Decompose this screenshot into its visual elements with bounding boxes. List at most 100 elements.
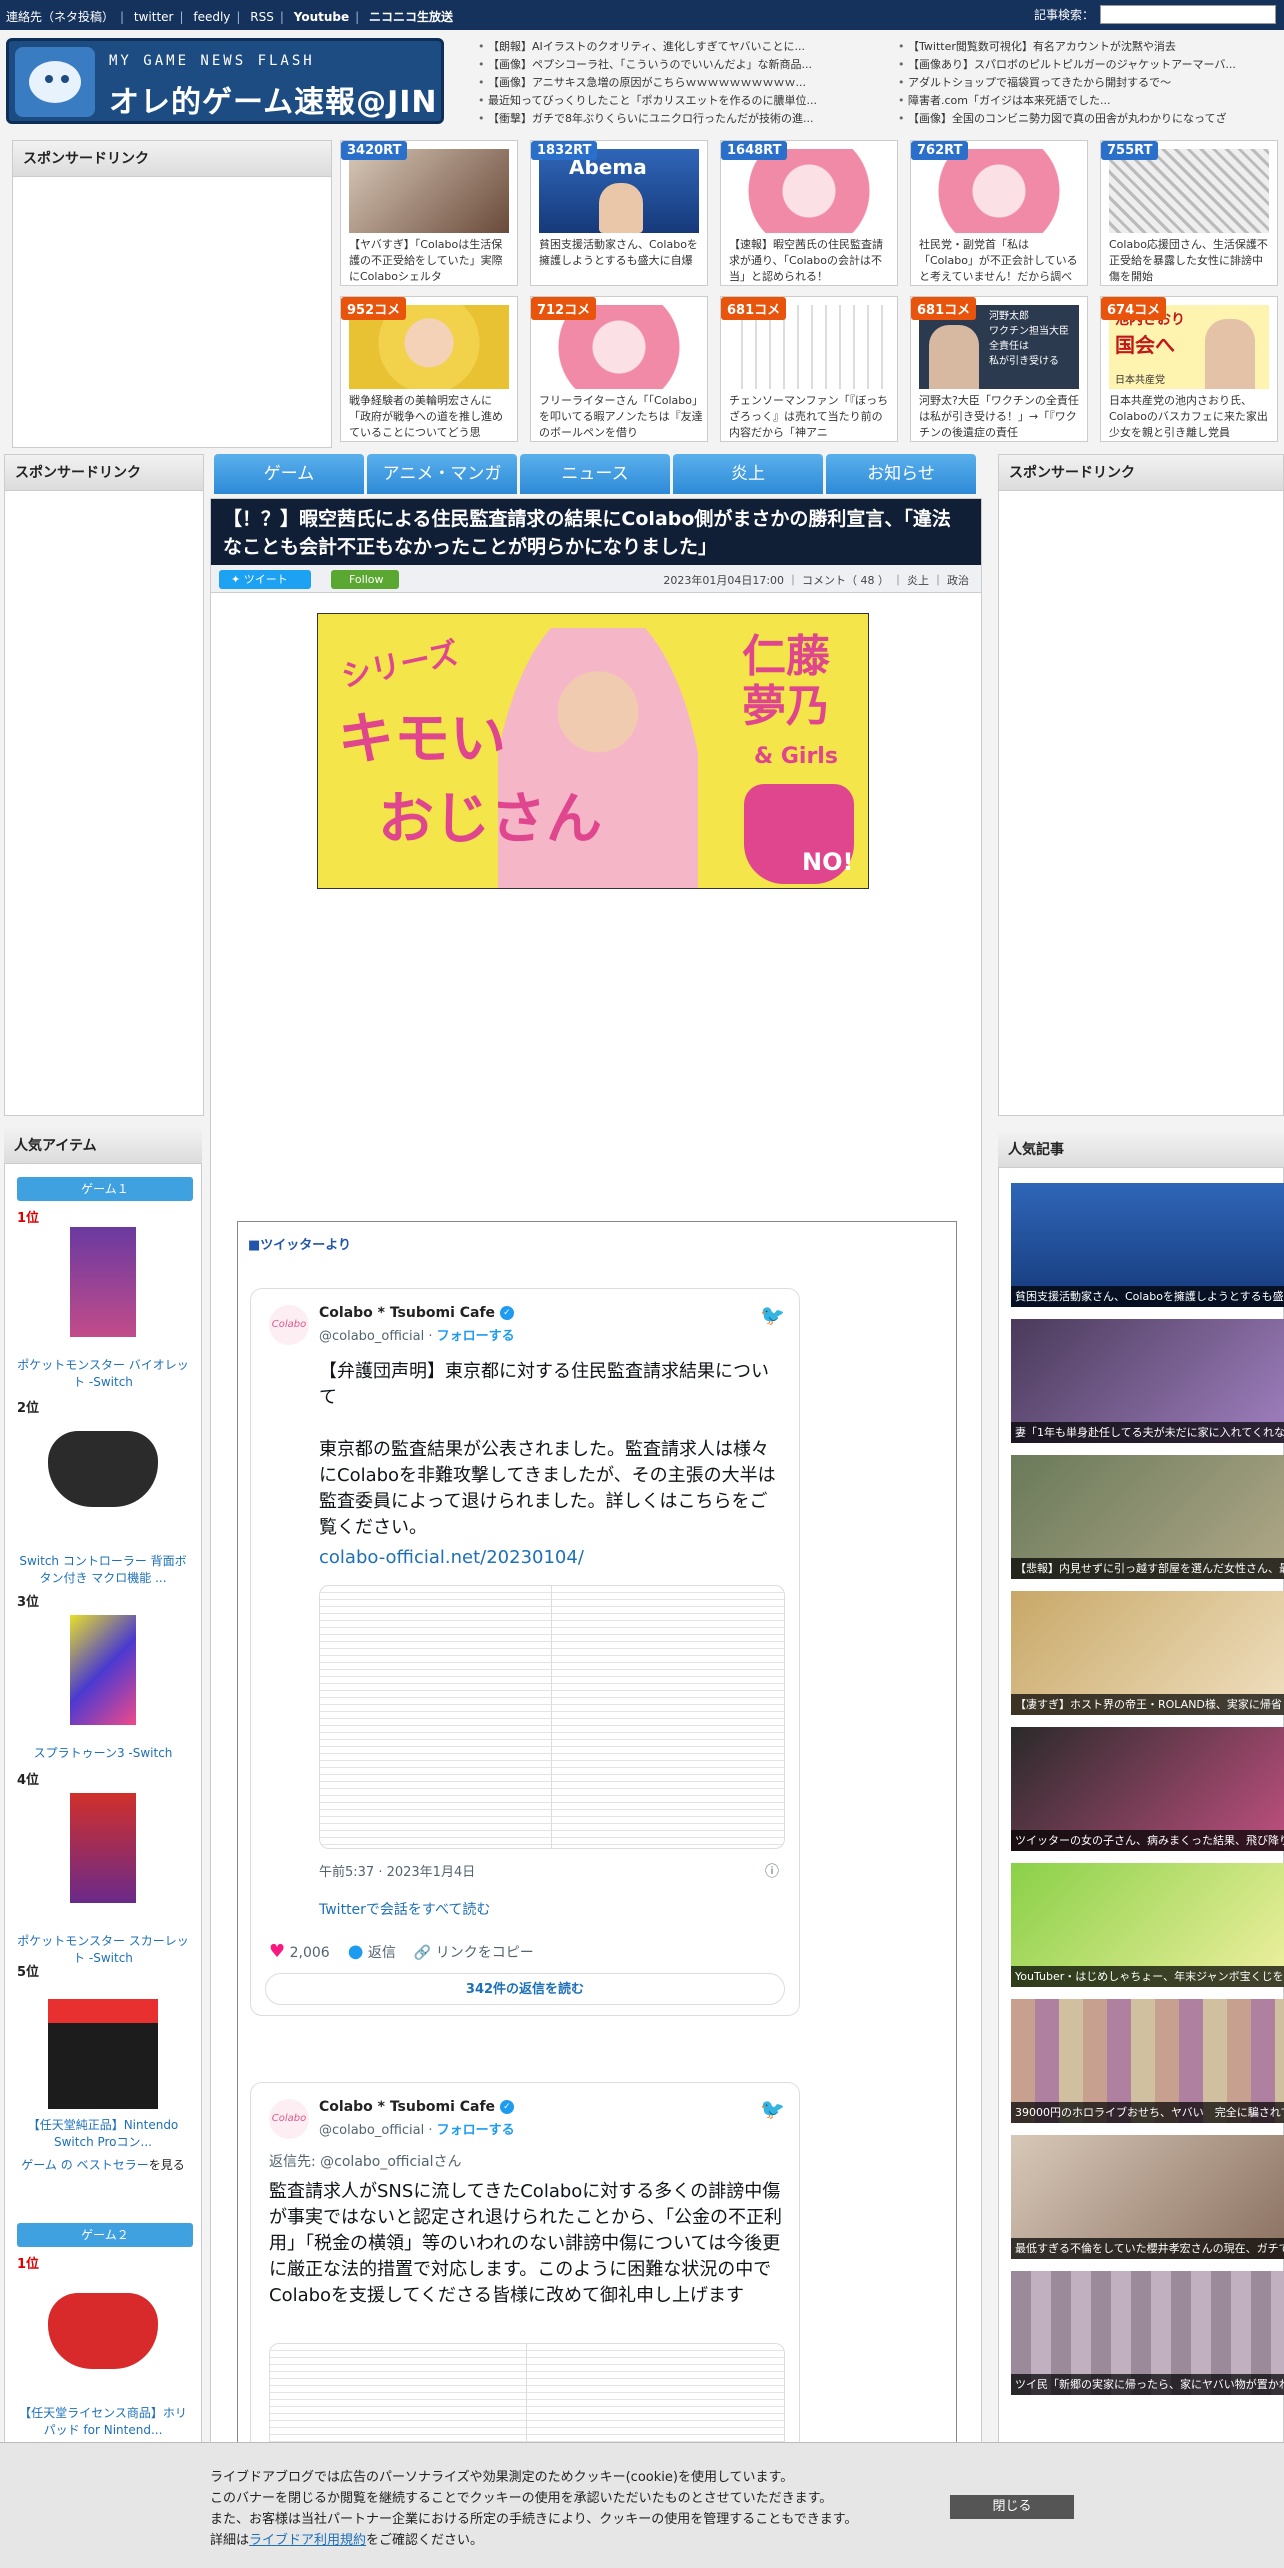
product-image[interactable] [48, 1431, 158, 1507]
ranking-thumb[interactable]: 712コメ フリーライターさん「「Colabo」を叩いてる暇アノンたちは『友達の… [530, 296, 708, 442]
tweet-link[interactable]: colabo-official.net/20230104/ [319, 1547, 584, 1568]
product-name[interactable]: 【任天堂ライセンス商品】ホリパッド for Nintend... [15, 2405, 191, 2439]
cookie-close-button[interactable]: 閉じる [950, 2495, 1074, 2519]
headlines-right: 【Twitter閲覧数可視化】有名アカウントが沈黙や消去 【画像あり】スパロボの… [898, 38, 1278, 128]
bestseller-text: ゲーム の ベストセラーを見る [21, 2158, 185, 2172]
tweet-text: 監査請求人がSNSに流してきたColaboに対する多くの誹謗中傷が事実ではないと… [269, 2181, 782, 2306]
tweet-author-name[interactable]: Colabo * Tsubomi Cafe ✓ [319, 2099, 514, 2115]
avatar[interactable]: Colabo [269, 1305, 309, 1345]
rt-badge: 1648RT [721, 141, 788, 160]
ranking-thumb[interactable]: 1648RT 【速報】暇空茜氏の住民監査請求が通り、「Colaboの会計は不当」… [720, 140, 898, 286]
comment-badge: 712コメ [531, 297, 597, 320]
product-name[interactable]: スプラトゥーン3 -Switch [15, 1745, 191, 1762]
top-links: 連絡先（ネタ投稿） | twitter | feedly | RSS | Youtube… [6, 8, 454, 25]
product-name[interactable]: ポケットモンスター バイオレット -Switch [15, 1357, 191, 1391]
avatar[interactable]: Colabo [269, 2099, 309, 2139]
read-replies-button[interactable]: 342件の返信を読む [265, 1973, 785, 2005]
copy-link-button[interactable]: 🔗 リンクをコピー [414, 1942, 534, 1962]
ranking-thumb[interactable]: 681コメ チェンソーマンファン「『ぼっちざろっく』は売れて当たり前の内容だから… [720, 296, 898, 442]
top-link-rss[interactable]: RSS [250, 10, 274, 24]
ranking-thumb[interactable]: 池内さおり 国会へ 日本共産党 674コメ 日本共産党の池内さおり氏、Colab… [1100, 296, 1278, 442]
popular-article[interactable]: ツイッターの女の子さん、病みまくった結果、飛び降り自殺して亡くなったと母親が報告… [1011, 1727, 1284, 1851]
product-image[interactable] [70, 1615, 136, 1725]
popular-article[interactable]: 最低すぎる不倫をしていた櫻井孝宏さんの現在、ガチでヤバいことになってた・・・ [1011, 2135, 1284, 2259]
like-button[interactable]: ♥ 2,006 [269, 1941, 330, 1962]
popular-article[interactable]: 【悲報】内見せずに引っ越す部屋を選んだ女性さん、最悪の部屋に住むことになりブチギ… [1011, 1455, 1284, 1579]
product-name[interactable]: ポケットモンスター スカーレット -Switch [15, 1933, 191, 1967]
product-name[interactable]: 【任天堂純正品】Nintendo Switch Proコン... [15, 2117, 191, 2151]
top-link-youtube[interactable]: Youtube [294, 10, 349, 24]
popular-article[interactable]: 【凄すぎ】ホスト界の帝王・ROLAND様、実家に帰省した様子をインスタに投稿→写… [1011, 1591, 1284, 1715]
popular-article[interactable]: 39000円のホロライブおせち、ヤバい 完全に騙されていると話題に [1011, 1999, 1284, 2123]
headline-link[interactable]: 障害者.com「ガイジは本来死語でした... [898, 92, 1278, 110]
logo-subtitle: MY GAME NEWS FLASH [109, 53, 315, 69]
headline-link[interactable]: アダルトショップで福袋買ってきたから開封するで～ [898, 74, 1278, 92]
tweet-timestamp[interactable]: 午前5:37 · 2023年1月4日 [319, 1861, 475, 1880]
headline-link[interactable]: 【朗報】AIイラストのクオリティ、進化しすぎてヤバいことに... [478, 38, 878, 56]
popular-article[interactable]: YouTuber・はじめしゃちょー、年末ジャンボ宝くじを710万円分購入 → 結… [1011, 1863, 1284, 1987]
popular-article[interactable]: ツイ民「新郷の実家に帰ったら、家にヤバい物が置かれてたんだが」ﾊﾞｻｯ → 男の… [1011, 2271, 1284, 2395]
ranking-thumb[interactable]: Abema 1832RT 貧困支援活動家さん、Colaboを擁護しようとするも盛… [530, 140, 708, 286]
product-image[interactable] [70, 1793, 136, 1903]
ranking-thumb[interactable]: 河野太郎 ワクチン担当大臣 全責任は 私が引き受ける 681コメ 河野太?大臣「… [910, 296, 1088, 442]
product-image[interactable] [48, 1999, 158, 2109]
tab-enjo[interactable]: 炎上 [673, 454, 823, 494]
headline-link[interactable]: 【画像あり】スパロボのピルトピルガーのジャケットアーマーバ... [898, 56, 1278, 74]
comment-badge: 681コメ [911, 297, 977, 320]
terms-link[interactable]: ライブドア利用規約 [249, 2533, 366, 2548]
tab-anime-manga[interactable]: アニメ・マンガ [367, 454, 517, 494]
read-conversation-link[interactable]: Twitterで会話をすべて読む [319, 1899, 490, 1919]
top-link-niconico[interactable]: ニコニコ生放送 [369, 8, 453, 25]
verified-icon: ✓ [499, 1306, 514, 1320]
search-input[interactable] [1100, 5, 1276, 24]
reply-button[interactable]: ● 返信 [348, 1941, 396, 1962]
item-rank: 3位 [17, 1595, 40, 1610]
tweet-follow-link[interactable]: フォローする [437, 1329, 515, 1344]
popular-article[interactable]: 妻「1年も単身赴任してる夫が未だに家に入れてくれない。何か隠してるから突入してみ… [1011, 1319, 1284, 1443]
item-rank: 2位 [17, 1401, 40, 1416]
tweet-handle: @colabo_official · フォローする [319, 1329, 515, 1344]
site-logo[interactable]: MY GAME NEWS FLASH オレ的ゲーム速報@JIN [6, 38, 444, 124]
banner-text: 仁藤夢乃 [742, 631, 830, 732]
ranking-thumb[interactable]: 762RT 社民党・副党首「私は「Colabo」が不正会計していると考えていませ… [910, 140, 1088, 286]
ranking-thumb[interactable]: 755RT Colabo応援団さん、生活保護不正受給を暴露した女性に誹謗中傷を開… [1100, 140, 1278, 286]
info-icon[interactable]: ⓘ [765, 1861, 779, 1881]
headline-link[interactable]: 【衝撃】ガチで8年ぶりくらいにユニクロ行ったんだが技術の進... [478, 110, 878, 128]
article-banner-image: シリーズ キモい おじさん 仁藤夢乃 & Girls NO! [317, 613, 869, 889]
product-image[interactable] [48, 2293, 158, 2369]
tweet-button[interactable]: ✦ ツイート [219, 570, 311, 589]
popular-article[interactable]: 貧困支援活動家さん、Colaboを擁護しようとするも盛大に自爆 [1011, 1183, 1284, 1307]
twitter-bird-icon[interactable]: 🐦 [760, 2097, 785, 2121]
tab-game[interactable]: ゲーム [214, 454, 364, 494]
top-link-feedly[interactable]: feedly [193, 10, 230, 24]
ranking-thumb[interactable]: 3420RT 【ヤバすぎ】「Colaboは生活保護の不正受給をしていた」実際にC… [340, 140, 518, 286]
rt-badge: 1832RT [531, 141, 598, 160]
top-link-contact[interactable]: 連絡先（ネタ投稿） [6, 8, 114, 25]
tab-news[interactable]: ニュース [520, 454, 670, 494]
tweet-document-image[interactable] [319, 1585, 785, 1849]
sponsor-box-top: スポンサードリンク [12, 140, 332, 448]
twitter-section: ■ツイッターより Colabo Colabo * Tsubomi Cafe ✓ … [237, 1221, 957, 2568]
banner-text: & Girls [754, 744, 838, 769]
heart-icon: ♥ [269, 1941, 286, 1962]
article-info: 2023年01月04日17:00 ｜ コメント（ 48 ） ｜ 炎上 ｜ 政治 [663, 574, 969, 587]
headline-link[interactable]: 最近知ってびっくりしたこと「ポカリスエットを作るのに膿単位... [478, 92, 878, 110]
headline-link[interactable]: 【画像】ペプシコーラ社、「こういうのでいいんだよ」な新商品... [478, 56, 878, 74]
product-name[interactable]: Switch コントローラー 背面ボタン付き マクロ機能 ... [15, 1553, 191, 1587]
article-title[interactable]: 【！？】暇空茜氏による住民監査請求の結果にColabo側がまさかの勝利宣言、「違… [211, 499, 981, 565]
embedded-tweet[interactable]: Colabo Colabo * Tsubomi Cafe ✓ @colabo_o… [250, 1288, 800, 2016]
headline-link[interactable]: 【画像】アニサキス急増の原因がこちらｗｗｗｗｗｗｗｗｗｗ... [478, 74, 878, 92]
top-link-twitter[interactable]: twitter [134, 10, 174, 24]
thumb-caption: 日本共産党の池内さおり氏、Colaboのバスカフェに来た家出少女を親と引き離し党… [1109, 394, 1268, 439]
twitter-bird-icon[interactable]: 🐦 [760, 1303, 785, 1327]
product-image[interactable] [70, 1227, 136, 1337]
ranking-thumb[interactable]: 952コメ 戦争経験者の美輪明宏さんに「政府が戦争への道を推し進めていることにつ… [340, 296, 518, 442]
follow-button[interactable]: Follow [331, 570, 399, 589]
popular-article-title: 妻「1年も単身赴任してる夫が未だに家に入れてくれない。何か隠してるから突入してみ… [1011, 1422, 1284, 1443]
headline-link[interactable]: 【画像】全国のコンビニ勢力図で真の田舎が丸わかりになってざ [898, 110, 1278, 128]
tweet-follow-link[interactable]: フォローする [437, 2123, 515, 2138]
tweet-author-name[interactable]: Colabo * Tsubomi Cafe ✓ [319, 1305, 514, 1321]
headline-link[interactable]: 【Twitter閲覧数可視化】有名アカウントが沈黙や消去 [898, 38, 1278, 56]
tab-info[interactable]: お知らせ [826, 454, 976, 494]
bestseller-link[interactable]: ゲーム の ベストセラー [21, 2158, 149, 2172]
